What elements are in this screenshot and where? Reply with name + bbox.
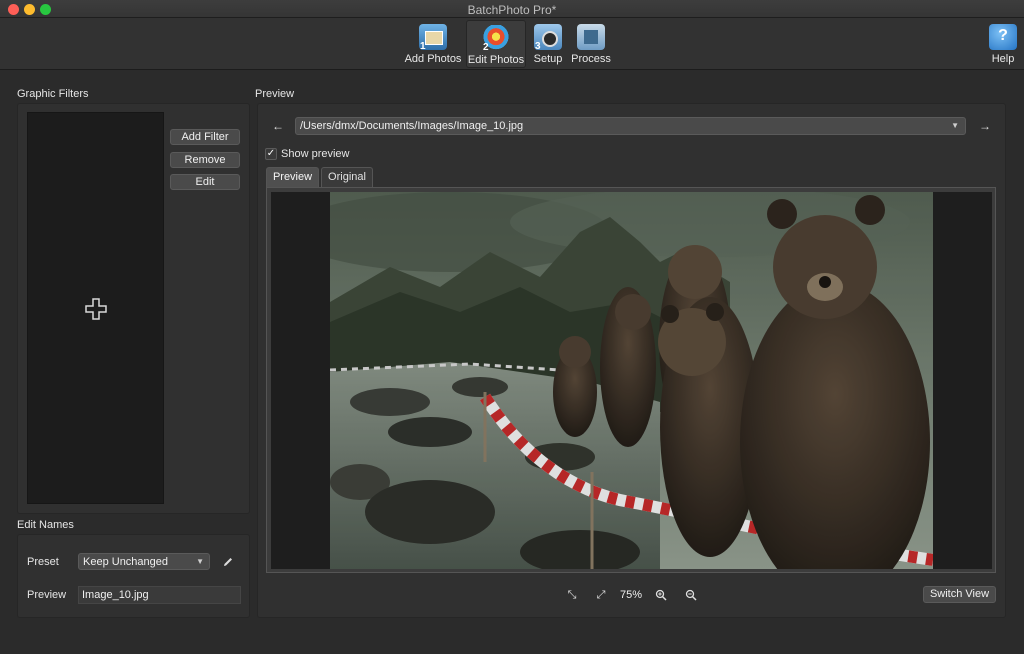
add-photos-icon: 1 (419, 24, 447, 52)
window-title: BatchPhoto Pro* (467, 3, 557, 17)
previous-image-arrow-icon[interactable]: ← (272, 119, 284, 133)
remove-filter-button[interactable]: Remove (170, 152, 240, 168)
zoom-out-icon[interactable] (685, 589, 697, 601)
process-button[interactable]: Process (570, 20, 612, 68)
name-preview-field[interactable]: Image_10.jpg (78, 586, 241, 604)
tab-original[interactable]: Original (321, 167, 373, 187)
help-button[interactable]: ? Help (986, 20, 1020, 68)
edit-photos-button[interactable]: 2 Edit Photos (466, 20, 526, 68)
preview-image (330, 192, 933, 569)
edit-filter-button[interactable]: Edit (170, 174, 240, 190)
add-photos-button[interactable]: 1 Add Photos (404, 20, 462, 68)
image-path-value: /Users/dmx/Documents/Images/Image_10.jpg (300, 120, 524, 132)
setup-label: Setup (533, 53, 563, 65)
edit-photos-icon: 2 (482, 25, 510, 53)
preset-value: Keep Unchanged (83, 556, 169, 568)
title-bar: BatchPhoto Pro* (0, 0, 1024, 18)
pencil-icon[interactable] (222, 556, 234, 568)
switch-view-button[interactable]: Switch View (923, 586, 996, 603)
filter-list[interactable] (27, 112, 164, 504)
help-label: Help (991, 53, 1015, 65)
process-label: Process (571, 53, 611, 65)
edit-photos-label: Edit Photos (467, 54, 525, 66)
show-preview-label: Show preview (281, 148, 350, 160)
edit-names-title: Edit Names (17, 519, 74, 531)
help-icon: ? (989, 24, 1017, 50)
add-filter-button[interactable]: Add Filter (170, 129, 240, 145)
add-photos-label: Add Photos (404, 53, 462, 65)
zoom-in-icon[interactable] (655, 589, 667, 601)
preview-title: Preview (255, 88, 295, 100)
preset-label: Preset (27, 556, 59, 568)
setup-icon: 3 (534, 24, 562, 52)
preset-select[interactable]: Keep Unchanged ▼ (78, 553, 210, 570)
setup-button[interactable]: 3 Setup (530, 20, 566, 68)
chevron-down-icon: ▼ (951, 121, 959, 130)
name-preview-label: Preview (27, 589, 67, 601)
next-image-arrow-icon[interactable]: → (979, 119, 991, 133)
show-preview-checkbox[interactable]: ✓ (265, 148, 277, 160)
actual-size-icon[interactable]: ⤢ (594, 589, 608, 601)
chevron-down-icon: ▼ (196, 557, 204, 566)
zoom-level: 75% (620, 589, 643, 601)
add-filter-plus-icon[interactable] (85, 298, 107, 320)
process-icon (577, 24, 605, 50)
fit-to-window-icon[interactable]: ⤡ (565, 589, 579, 601)
main-toolbar: 1 Add Photos 2 Edit Photos 3 Setup Proce… (0, 18, 1024, 70)
image-path-select[interactable]: /Users/dmx/Documents/Images/Image_10.jpg… (295, 117, 966, 135)
edit-names-group (17, 534, 250, 618)
graphic-filters-title: Graphic Filters (17, 88, 89, 100)
tab-preview[interactable]: Preview (266, 167, 319, 187)
